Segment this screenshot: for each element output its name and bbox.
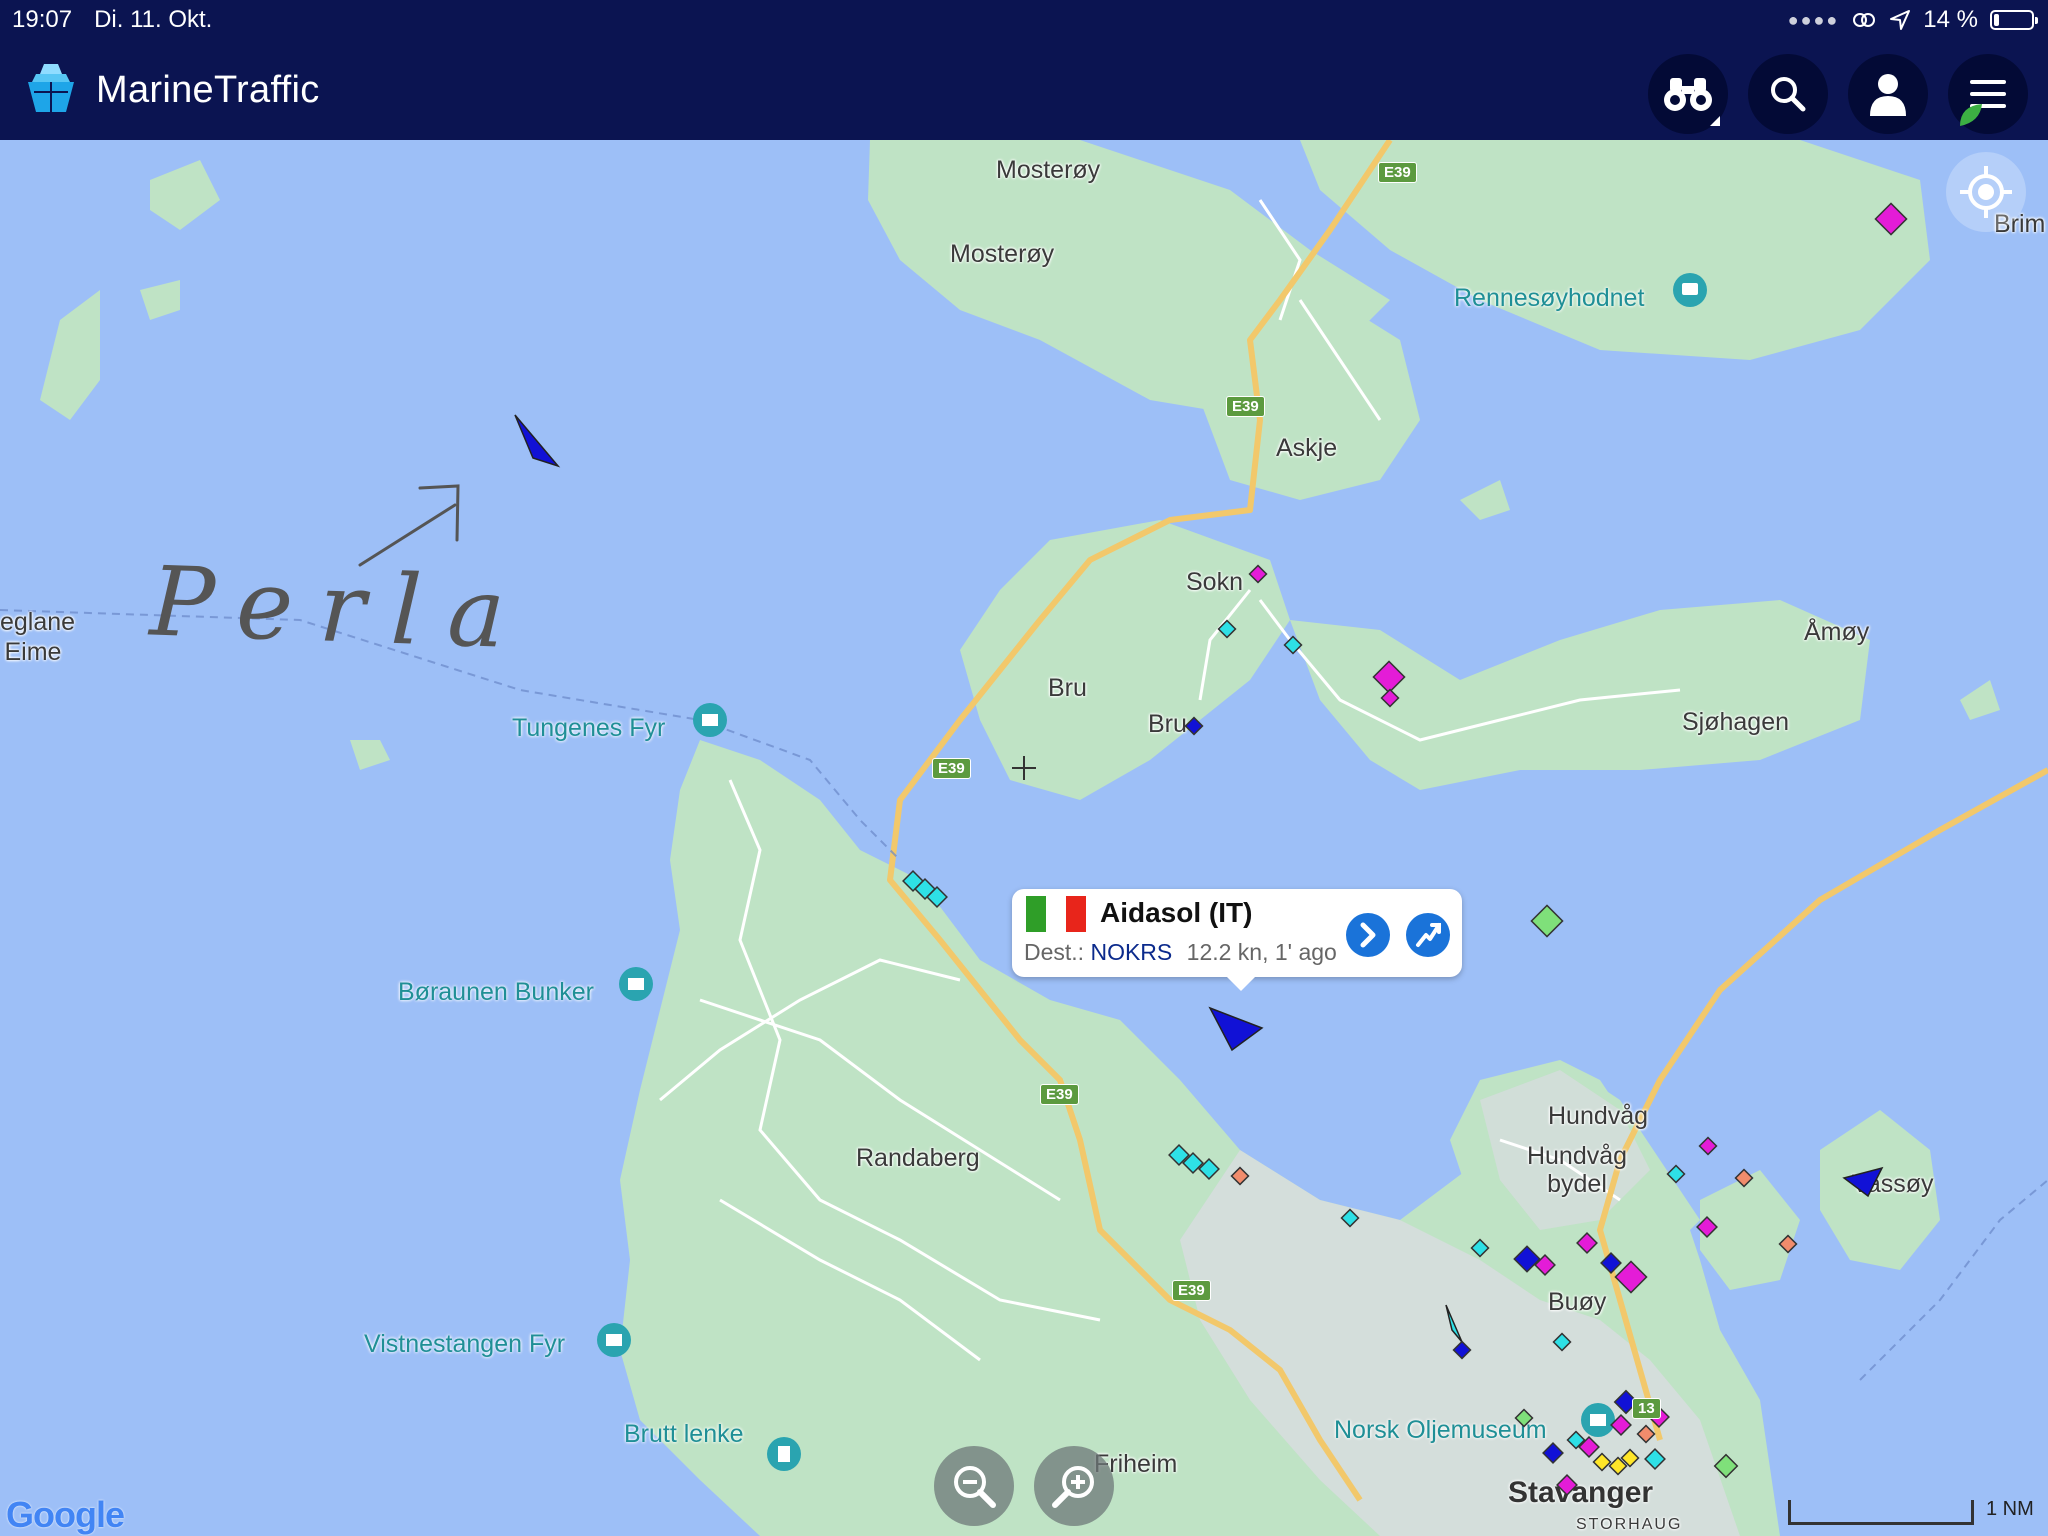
map-scale-label: 1 NM <box>1986 1498 2034 1520</box>
chevron-right-icon <box>1360 922 1376 948</box>
my-location-button[interactable] <box>1946 152 2026 232</box>
airplay-icon <box>1853 13 1876 27</box>
zoom-in-icon <box>1052 1466 1094 1508</box>
zoom-out-button[interactable] <box>934 1446 1014 1526</box>
zoom-in-button[interactable] <box>1034 1446 1114 1526</box>
route-icon <box>1416 923 1441 947</box>
vessel-track-button[interactable] <box>1406 913 1450 957</box>
binoculars-icon <box>1664 78 1712 111</box>
search-icon <box>1771 77 1806 112</box>
road-shield: 13 <box>1632 1398 1661 1419</box>
vessel-details-button[interactable] <box>1346 913 1390 957</box>
app-title: MarineTraffic <box>96 68 320 111</box>
vessel-popup[interactable]: Aidasol (IT) Dest.: NOKRS 12.2 kn, 1' ag… <box>1012 889 1462 991</box>
flag-icon <box>1026 896 1086 932</box>
vessel-name: Aidasol (IT) <box>1100 897 1253 928</box>
crosshair-location-icon <box>1960 166 2012 218</box>
dest-label: Dest.: <box>1024 939 1085 965</box>
leaf-icon <box>1960 104 1982 126</box>
corner-indicator-icon <box>1710 116 1720 126</box>
road-shield: E39 <box>932 758 971 779</box>
vessel-destination: Dest.: NOKRS 12.2 kn, 1' ago <box>1024 939 1337 966</box>
map-scale-bar <box>1788 1500 1974 1525</box>
road-shield: E39 <box>1172 1280 1211 1301</box>
status-time: 19:07 <box>12 6 73 33</box>
status-date: Di. 11. Okt. <box>94 6 213 33</box>
dest-code: NOKRS <box>1090 939 1173 965</box>
status-bar: 19:07 Di. 11. Okt. ●●●● 14 % <box>0 0 2048 40</box>
menu-button[interactable] <box>1948 54 2028 134</box>
vessel-speed-time: 12.2 kn, 1' ago <box>1186 939 1337 965</box>
map-view[interactable]: Perla Mosterøy Mosterøy Askje Sokn Bru B… <box>0 140 2048 1536</box>
battery-percent: 14 % <box>1923 6 1978 33</box>
search-button[interactable] <box>1748 54 1828 134</box>
battery-icon <box>1990 10 2038 30</box>
app-header: MarineTraffic <box>0 40 2048 140</box>
road-shield: E39 <box>1040 1084 1079 1105</box>
location-arrow-icon <box>1890 10 1911 30</box>
zoom-out-icon <box>954 1466 996 1508</box>
account-button[interactable] <box>1848 54 1928 134</box>
google-logo-text: Google <box>6 1494 125 1535</box>
google-attribution: Google <box>6 1494 125 1536</box>
binoculars-button[interactable] <box>1648 54 1728 134</box>
marinetraffic-logo-icon <box>28 64 74 112</box>
user-icon <box>1870 74 1906 116</box>
road-shield: E39 <box>1378 162 1417 183</box>
road-shield: E39 <box>1226 396 1265 417</box>
signal-dots-icon: ●●●● <box>1787 9 1840 30</box>
poi-pins <box>514 202 1908 1496</box>
